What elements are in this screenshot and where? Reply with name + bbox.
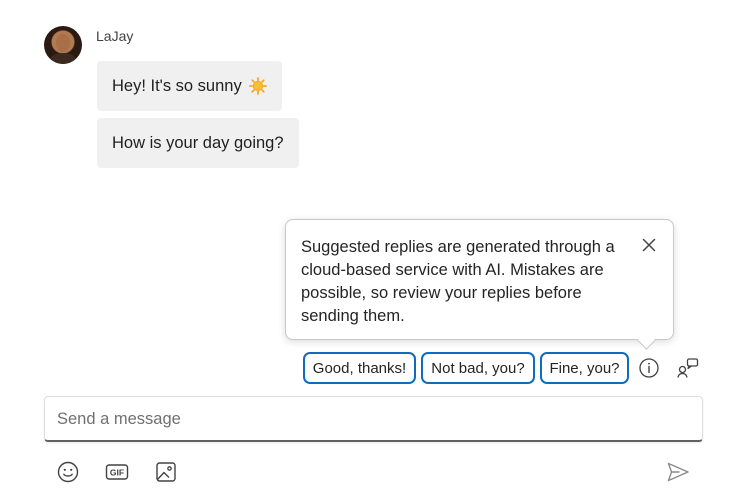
sun-emoji-icon bbox=[248, 77, 267, 95]
message-bubble: How is your day going? bbox=[97, 118, 299, 168]
image-icon[interactable] bbox=[154, 460, 178, 484]
tooltip-text: Suggested replies are generated through … bbox=[301, 238, 615, 325]
message-bubble: Hey! It's so sunny bbox=[97, 61, 282, 111]
emoji-icon[interactable] bbox=[56, 460, 80, 484]
avatar bbox=[44, 26, 82, 64]
message-text: How is your day going? bbox=[112, 133, 284, 152]
suggested-replies-tooltip: Suggested replies are generated through … bbox=[285, 219, 674, 350]
message-input[interactable] bbox=[57, 397, 687, 441]
message-text: Hey! It's so sunny bbox=[112, 76, 242, 95]
suggested-replies-icon[interactable] bbox=[676, 356, 700, 380]
sender-name: LaJay bbox=[96, 28, 134, 44]
suggested-reply-chip[interactable]: Good, thanks! bbox=[303, 352, 416, 384]
avatar-face bbox=[56, 34, 70, 52]
gif-icon[interactable]: GIF bbox=[105, 460, 129, 484]
avatar-shoulders bbox=[50, 53, 76, 64]
info-icon[interactable] bbox=[638, 357, 660, 379]
message-composer bbox=[44, 396, 703, 442]
send-icon[interactable] bbox=[666, 460, 690, 484]
suggested-reply-chip[interactable]: Not bad, you? bbox=[421, 352, 535, 384]
suggested-reply-chip[interactable]: Fine, you? bbox=[540, 352, 629, 384]
close-icon[interactable] bbox=[638, 234, 660, 256]
tooltip-tail bbox=[637, 331, 656, 350]
gif-icon-label: GIF bbox=[110, 467, 124, 477]
